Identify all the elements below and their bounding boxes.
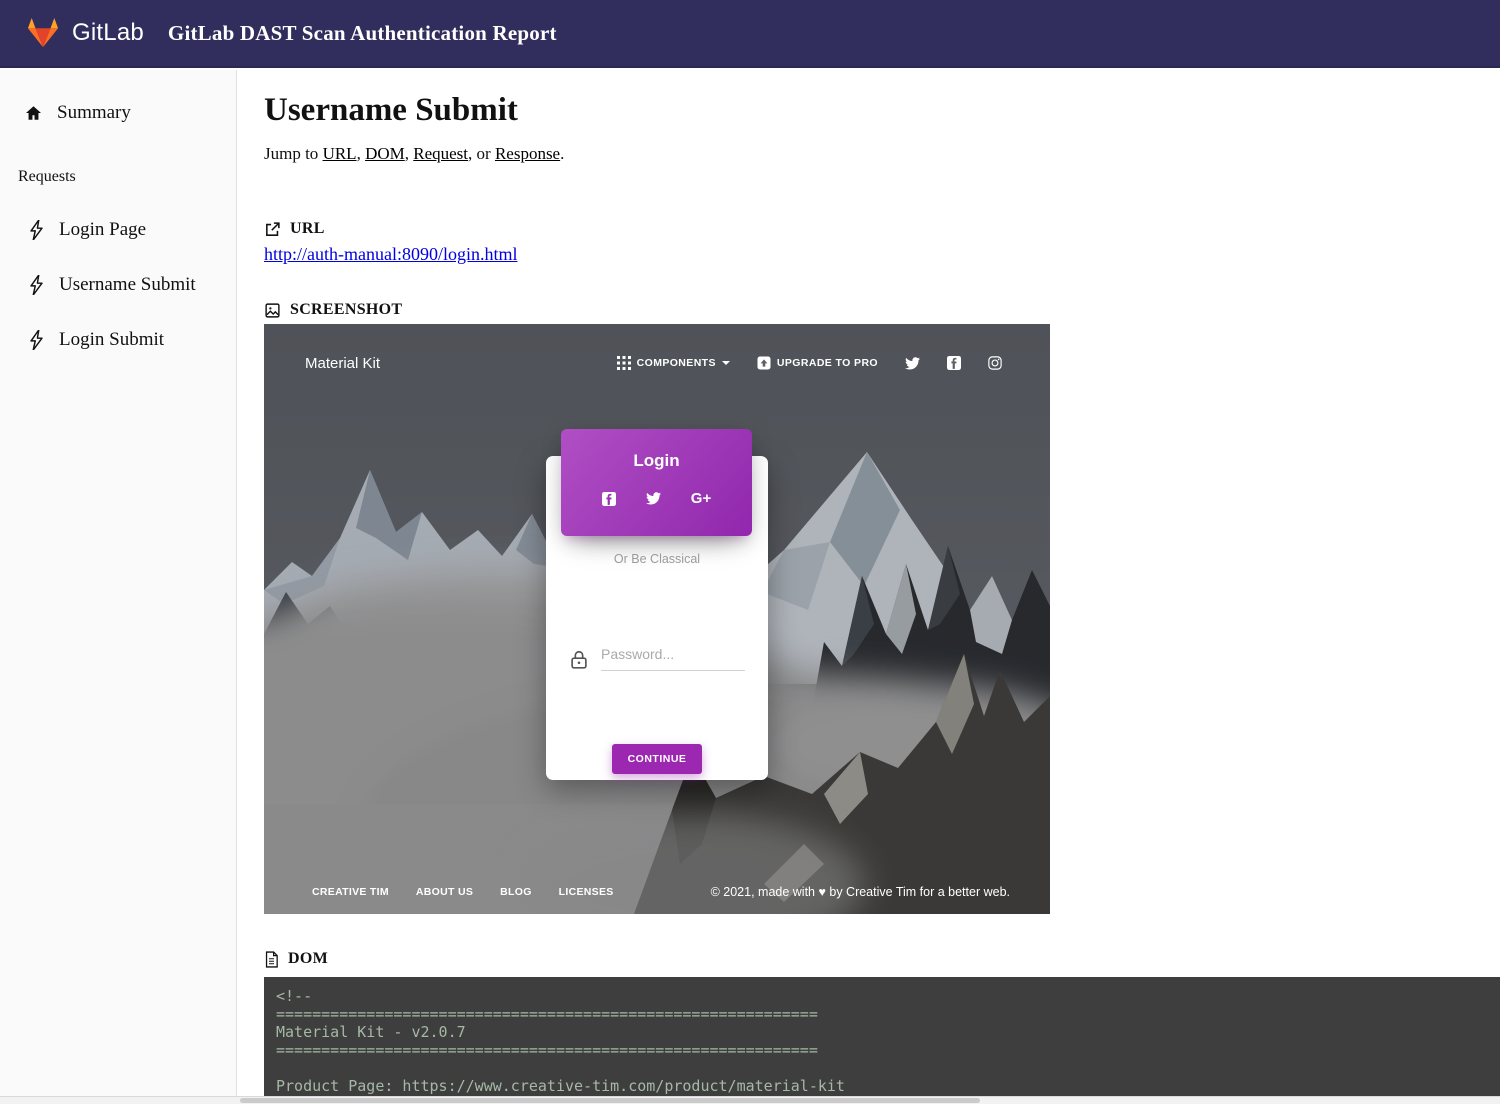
jump-separator: , (357, 144, 366, 163)
bolt-icon (30, 220, 43, 240)
screenshot-section-heading: SCREENSHOT (264, 301, 1500, 319)
external-link-icon (264, 221, 281, 238)
upgrade-to-pro: UPGRADE TO PRO (757, 356, 878, 370)
instagram-icon (988, 356, 1002, 370)
components-menu: COMPONENTS (617, 356, 730, 370)
sidebar-item-username-submit[interactable]: Username Submit (0, 274, 236, 296)
gitlab-logo-icon (26, 17, 60, 49)
report-title: GitLab DAST Scan Authentication Report (168, 21, 557, 46)
jump-links-line: Jump to URL, DOM, Request, or Response. (264, 144, 1500, 164)
top-navbar: GitLab GitLab DAST Scan Authentication R… (0, 0, 1500, 68)
facebook-icon (602, 492, 616, 506)
jump-link-url[interactable]: URL (323, 144, 357, 163)
twitter-icon (646, 492, 661, 505)
materialkit-navbar: Material Kit COMPONENTS UP (305, 338, 1002, 388)
materialkit-brand: Material Kit (305, 355, 380, 372)
materialkit-footer: CREATIVE TIM ABOUT US BLOG LICENSES © 20… (312, 885, 1010, 899)
image-icon (264, 302, 281, 319)
jump-separator: , or (468, 144, 495, 163)
dom-section-heading: DOM (264, 950, 1500, 968)
upgrade-label: UPGRADE TO PRO (777, 357, 878, 369)
sidebar-item-login-page[interactable]: Login Page (0, 219, 236, 241)
screenshot-section-heading-text: SCREENSHOT (290, 301, 402, 319)
url-section-heading-text: URL (290, 220, 325, 238)
url-section-heading: URL (264, 220, 1500, 238)
login-card-header: Login G+ (561, 429, 752, 536)
footer-link-blog: BLOG (500, 886, 532, 898)
bolt-icon (30, 330, 43, 350)
twitter-icon (905, 357, 920, 370)
sidebar-login-submit-label: Login Submit (59, 329, 164, 351)
password-input (601, 640, 745, 671)
sidebar-username-submit-label: Username Submit (59, 274, 196, 296)
jump-lead: Jump to (264, 144, 323, 163)
horizontal-scrollbar[interactable] (0, 1096, 1500, 1104)
horizontal-scrollbar-thumb[interactable] (240, 1098, 980, 1103)
sidebar-summary-label: Summary (57, 102, 131, 124)
dom-code-block[interactable]: <!-- ===================================… (264, 977, 1500, 1098)
sidebar: Summary Requests Login Page Username Sub… (0, 70, 237, 1104)
footer-copyright: © 2021, made with ♥ by Creative Tim for … (711, 885, 1010, 899)
sidebar-item-summary[interactable]: Summary (0, 94, 236, 132)
jump-separator: , (405, 144, 414, 163)
footer-link-licenses: LICENSES (559, 886, 614, 898)
footer-link-creative-tim: CREATIVE TIM (312, 886, 389, 898)
page-title: Username Submit (264, 92, 1500, 129)
brand-name: GitLab (72, 19, 144, 47)
jump-link-request[interactable]: Request (413, 144, 468, 163)
file-icon (264, 951, 279, 968)
login-card-title: Login (561, 429, 752, 471)
sidebar-item-login-submit[interactable]: Login Submit (0, 329, 236, 351)
main-content: Username Submit Jump to URL, DOM, Reques… (238, 70, 1500, 1104)
login-card: Login G+ Or Be Classical (546, 456, 768, 780)
target-url-link[interactable]: http://auth-manual:8090/login.html (264, 244, 517, 265)
bolt-icon (30, 275, 43, 295)
home-icon (24, 104, 43, 122)
or-be-classical-text: Or Be Classical (546, 552, 768, 566)
lock-icon (568, 649, 590, 671)
upgrade-badge-icon (757, 356, 771, 370)
components-label: COMPONENTS (637, 357, 716, 369)
footer-link-about-us: ABOUT US (416, 886, 473, 898)
google-plus-icon: G+ (691, 490, 711, 507)
caret-down-icon (722, 361, 730, 365)
continue-button: CONTINUE (612, 744, 702, 774)
jump-link-dom[interactable]: DOM (365, 144, 405, 163)
jump-separator: . (560, 144, 564, 163)
facebook-icon (947, 356, 961, 370)
grid-icon (617, 356, 631, 370)
sidebar-login-page-label: Login Page (59, 219, 146, 241)
sidebar-requests-label: Requests (0, 168, 236, 186)
dom-section-heading-text: DOM (288, 950, 328, 968)
jump-link-response[interactable]: Response (495, 144, 560, 163)
auth-screenshot-image: Material Kit COMPONENTS UP (264, 324, 1050, 914)
